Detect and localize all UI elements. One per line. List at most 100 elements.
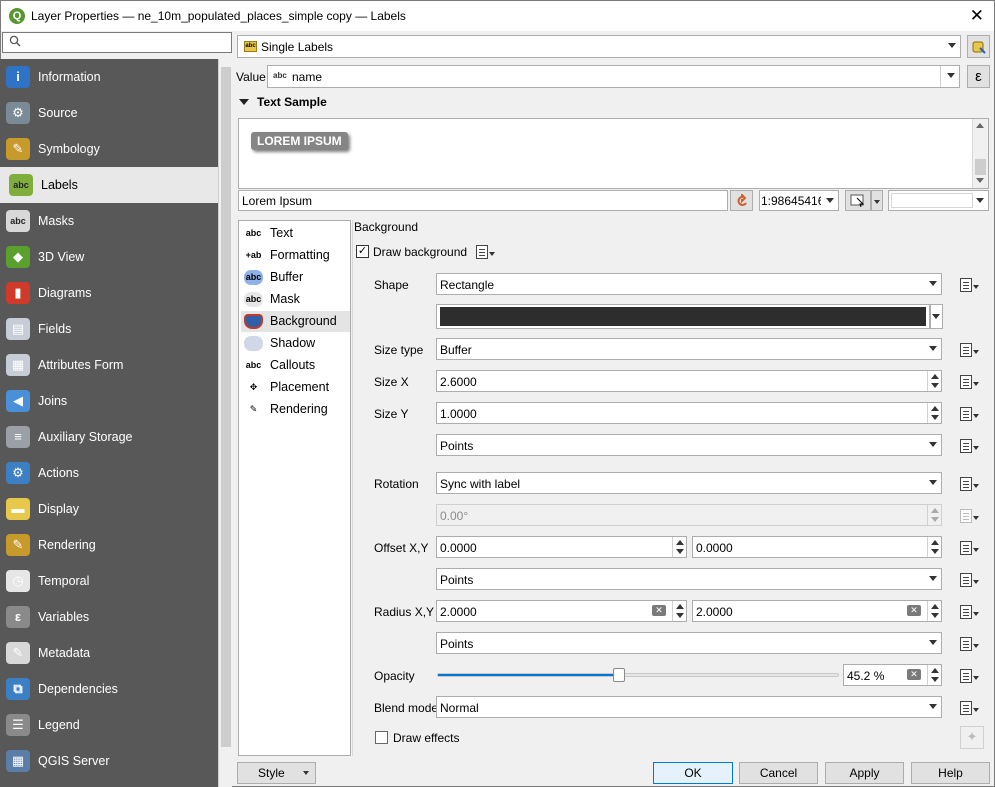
size-x-spinbox[interactable]: 2.6000: [436, 370, 942, 392]
radius-unit-combo[interactable]: Points: [436, 632, 942, 654]
ok-button[interactable]: OK: [653, 762, 733, 784]
sidebar-item-rendering[interactable]: ✎Rendering: [0, 527, 218, 563]
chevron-down-icon: [929, 640, 937, 645]
preview-scrollbar[interactable]: [972, 119, 988, 188]
scale-menu-button[interactable]: [871, 190, 883, 211]
effects-settings-button[interactable]: ✦: [960, 726, 984, 749]
opacity-slider-handle[interactable]: [613, 668, 625, 682]
sidebar-item-3d-view[interactable]: ◆3D View: [0, 239, 218, 275]
sidebar-item-dependencies[interactable]: ⧉Dependencies: [0, 671, 218, 707]
opacity-slider[interactable]: [437, 673, 839, 677]
rotation-angle-spinbox[interactable]: 0.00°: [436, 504, 942, 526]
draw-background-checkbox[interactable]: ✓: [356, 245, 369, 258]
spin-down-icon: [676, 613, 684, 618]
tab-background[interactable]: Background: [241, 311, 350, 332]
tab-mask[interactable]: abcMask: [241, 289, 350, 310]
collapse-triangle-icon[interactable]: [239, 99, 249, 105]
data-defined-override-rotation-type[interactable]: [956, 474, 982, 494]
scale-from-map-button[interactable]: [845, 190, 871, 211]
sample-text-input[interactable]: Lorem Ipsum: [238, 190, 728, 211]
draw-effects-label[interactable]: Draw effects: [393, 731, 459, 745]
data-defined-override-offset-unit[interactable]: [956, 570, 982, 590]
sidebar-item-temporal[interactable]: ◷Temporal: [0, 563, 218, 599]
fill-color-menu-button[interactable]: [930, 304, 943, 329]
text-sample-header[interactable]: Text Sample: [257, 95, 327, 109]
close-icon[interactable]: ✕: [970, 6, 984, 26]
sidebar-item-auxiliary-storage[interactable]: ≡Auxiliary Storage: [0, 419, 218, 455]
preview-scroll-thumb: [975, 159, 986, 175]
data-defined-override-rotation-angle[interactable]: [956, 506, 982, 526]
opacity-spinbox[interactable]: 45.2 %✕: [843, 664, 942, 686]
offset-x-spinbox[interactable]: 0.0000: [436, 536, 687, 558]
splitter[interactable]: [352, 220, 353, 756]
data-defined-override-blend-mode[interactable]: [956, 698, 982, 718]
tab-placement[interactable]: ✥Placement: [241, 377, 350, 398]
auto-placement-settings-button[interactable]: [967, 35, 990, 58]
radius-y-spinbox[interactable]: 2.0000✕: [692, 600, 942, 622]
search-input[interactable]: [2, 32, 232, 53]
blend-mode-combo[interactable]: Normal: [436, 696, 942, 718]
data-defined-override-size-y[interactable]: [956, 404, 982, 424]
scale-combo[interactable]: 1:98645416: [759, 190, 839, 211]
offset-unit-combo[interactable]: Points: [436, 568, 942, 590]
tab-formatting[interactable]: +abFormatting: [241, 245, 350, 266]
sidebar-item-fields[interactable]: ▤Fields: [0, 311, 218, 347]
tab-shadow[interactable]: Shadow: [241, 333, 350, 354]
data-defined-override-radius[interactable]: [956, 602, 982, 622]
style-menu-button[interactable]: Style: [237, 762, 316, 784]
shape-combo[interactable]: Rectangle: [436, 273, 942, 295]
apply-button[interactable]: Apply: [825, 762, 904, 784]
rendering-brush-icon: ✎: [244, 402, 263, 417]
reset-sample-button[interactable]: [730, 190, 753, 211]
draw-effects-checkbox[interactable]: [375, 731, 388, 744]
sidebar-item-joins[interactable]: ◀Joins: [0, 383, 218, 419]
cancel-button[interactable]: Cancel: [739, 762, 818, 784]
sidebar-item-diagrams[interactable]: ▮Diagrams: [0, 275, 218, 311]
sample-background-color-button[interactable]: [888, 190, 989, 211]
data-defined-override-size-type[interactable]: [956, 340, 982, 360]
sidebar-item-actions[interactable]: ⚙Actions: [0, 455, 218, 491]
sidebar-item-masks[interactable]: abcMasks: [0, 203, 218, 239]
size-type-combo[interactable]: Buffer: [436, 338, 942, 360]
data-defined-override-shape[interactable]: [956, 275, 982, 295]
buffer-icon: abc: [244, 270, 263, 285]
draw-background-label[interactable]: Draw background: [373, 245, 467, 259]
sidebar-item-qgis-server[interactable]: ▦QGIS Server: [0, 743, 218, 779]
sidebar-item-source[interactable]: ⚙Source: [0, 95, 218, 131]
rotation-combo[interactable]: Sync with label: [436, 472, 942, 494]
data-defined-override-draw-background[interactable]: [472, 242, 498, 262]
sidebar-item-attributes-form[interactable]: ▦Attributes Form: [0, 347, 218, 383]
data-defined-override-radius-unit[interactable]: [956, 634, 982, 654]
reset-arrow-icon: [735, 194, 749, 208]
sidebar-item-variables[interactable]: εVariables: [0, 599, 218, 635]
value-field-value: name: [292, 70, 322, 84]
actions-gear-icon: ⚙: [6, 462, 30, 484]
sidebar-item-metadata[interactable]: ✎Metadata: [0, 635, 218, 671]
fill-color-button[interactable]: [436, 304, 930, 329]
sidebar-item-information[interactable]: iInformation: [0, 59, 218, 95]
tab-label: Text: [270, 226, 293, 240]
help-button[interactable]: Help: [911, 762, 990, 784]
data-defined-override-size-x[interactable]: [956, 372, 982, 392]
data-defined-override-size-unit[interactable]: [956, 436, 982, 456]
sidebar-item-symbology[interactable]: ✎Symbology: [0, 131, 218, 167]
labels-mode-combo[interactable]: abc Single Labels: [237, 35, 961, 58]
data-defined-override-opacity[interactable]: [956, 666, 982, 686]
opacity-label: Opacity: [374, 669, 415, 683]
sidebar-item-display[interactable]: ▬Display: [0, 491, 218, 527]
data-defined-override-offset[interactable]: [956, 538, 982, 558]
size-y-spinbox[interactable]: 1.0000: [436, 402, 942, 424]
tab-callouts[interactable]: abcCallouts: [241, 355, 350, 376]
tab-rendering[interactable]: ✎Rendering: [241, 399, 350, 420]
sidebar-item-labels[interactable]: abcLabels: [0, 167, 218, 203]
tab-buffer[interactable]: abcBuffer: [241, 267, 350, 288]
radius-x-spinbox[interactable]: 2.0000✕: [436, 600, 687, 622]
sidebar-scrollbar[interactable]: [218, 59, 232, 787]
offset-y-spinbox[interactable]: 0.0000: [692, 536, 942, 558]
sidebar-scroll-thumb[interactable]: [221, 67, 231, 747]
tab-text[interactable]: abcText: [241, 223, 350, 244]
value-field-combo[interactable]: abc name: [267, 65, 960, 88]
sidebar-item-legend[interactable]: ☰Legend: [0, 707, 218, 743]
size-unit-combo[interactable]: Points: [436, 434, 942, 456]
expression-button[interactable]: ε: [967, 65, 990, 88]
